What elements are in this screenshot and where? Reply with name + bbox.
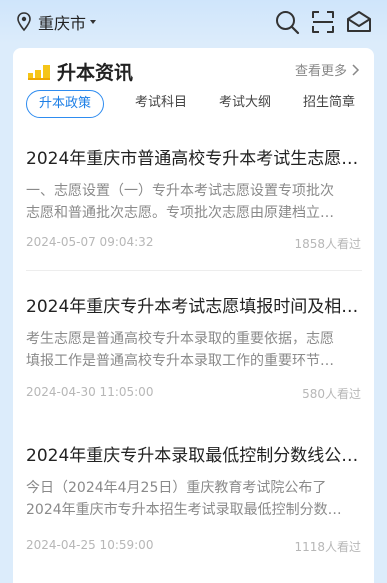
- news-summary-line: 志愿和普通批次志愿。专项批次志愿由原建档立…: [26, 205, 334, 221]
- news-summary-line: 一、志愿设置（一）专升本考试志愿设置专项批次: [26, 183, 334, 199]
- location-selector[interactable]: 重庆市: [16, 10, 98, 34]
- bar-chart-icon: [28, 64, 50, 80]
- news-views: 580人看过: [302, 387, 361, 401]
- news-summary-line: 2024年重庆市专升本招生考试录取最低控制分数…: [26, 502, 342, 518]
- search-icon[interactable]: [273, 8, 301, 36]
- news-date: 2024-04-25 10:59:00: [26, 538, 154, 552]
- message-icon[interactable]: [345, 8, 373, 36]
- news-summary-line: 填报工作是普通高校专升本录取工作的重要环节…: [26, 353, 334, 369]
- news-title[interactable]: 2024年重庆专升本录取最低控制分数线公…: [26, 441, 362, 466]
- news-summary: 今日（2024年4月25日）重庆教育考试院公布了 2024年重庆市专升本招生考试…: [26, 477, 360, 521]
- chevron-down-icon: [90, 20, 97, 24]
- city-name: 重庆市: [38, 14, 87, 33]
- news-summary-line: 今日（2024年4月25日）重庆教育考试院公布了: [26, 480, 327, 496]
- news-summary-line: 考生志愿是普通高校专升本录取的重要依据，志愿: [26, 331, 334, 347]
- section-header: 升本资讯: [27, 58, 133, 85]
- tab-syllabus[interactable]: 考试大纲: [208, 90, 282, 118]
- news-date: 2024-04-30 11:05:00: [26, 385, 154, 399]
- news-views: 1118人看过: [294, 540, 361, 554]
- news-title[interactable]: 2024年重庆专升本考试志愿填报时间及相…: [26, 292, 362, 317]
- view-more-label: 查看更多: [294, 64, 347, 79]
- scan-icon[interactable]: [309, 8, 337, 36]
- news-views: 1858人看过: [294, 237, 361, 251]
- top-bar: 重庆市: [0, 0, 387, 44]
- news-summary: 考生志愿是普通高校专升本录取的重要依据，志愿 填报工作是普通高校专升本录取工作的…: [26, 328, 360, 372]
- divider: [26, 270, 362, 271]
- view-more-link[interactable]: 查看更多: [295, 60, 360, 79]
- news-summary: 一、志愿设置（一）专升本考试志愿设置专项批次 志愿和普通批次志愿。专项批次志愿由…: [26, 180, 360, 224]
- news-item[interactable]: 2024年重庆专升本录取最低控制分数线公… 今日（2024年4月25日）重庆教育…: [13, 441, 374, 571]
- category-tabs: 升本政策 考试科目 考试大纲 招生简章: [26, 90, 366, 118]
- tab-policy[interactable]: 升本政策: [26, 90, 104, 118]
- tab-admission-guide[interactable]: 招生简章: [292, 90, 366, 118]
- tab-subjects[interactable]: 考试科目: [124, 90, 198, 118]
- chevron-right-icon: [352, 63, 360, 76]
- news-title[interactable]: 2024年重庆市普通高校专升本考试生志愿…: [26, 144, 362, 169]
- news-item[interactable]: 2024年重庆市普通高校专升本考试生志愿… 一、志愿设置（一）专升本考试志愿设置…: [13, 144, 374, 274]
- section-title: 升本资讯: [57, 62, 134, 84]
- location-pin-icon: [17, 12, 31, 32]
- news-card: 升本资讯 查看更多 升本政策 考试科目 考试大纲 招生简章 2024年重庆市普通…: [13, 48, 374, 583]
- news-item[interactable]: 2024年重庆专升本考试志愿填报时间及相… 考生志愿是普通高校专升本录取的重要依…: [13, 292, 374, 422]
- news-date: 2024-05-07 09:04:32: [26, 235, 154, 249]
